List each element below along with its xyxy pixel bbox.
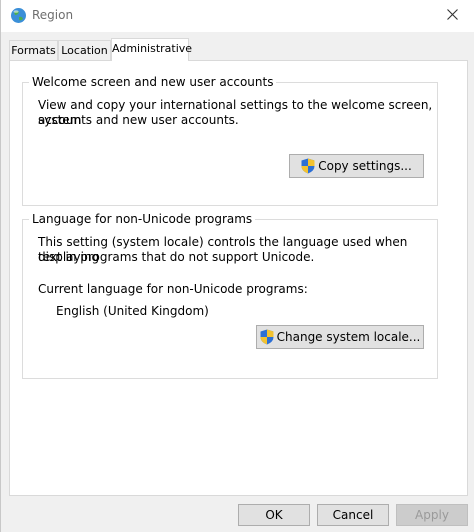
welcome-screen-group: Welcome screen and new user accounts Vie… [22,75,438,206]
change-system-locale-button[interactable]: Change system locale... [256,325,424,349]
current-language-label: Current language for non-Unicode program… [38,282,308,296]
close-icon [446,9,458,23]
group-title: Language for non-Unicode programs [29,212,256,227]
region-dialog: Region Formats Location Administrative W… [0,0,474,532]
apply-label: Apply [415,508,449,522]
title-bar[interactable]: Region [1,0,474,32]
change-system-locale-label: Change system locale... [276,330,421,344]
tab-label: Administrative [112,42,193,55]
copy-settings-label: Copy settings... [318,159,412,173]
close-button[interactable] [439,4,465,28]
ok-label: OK [265,508,283,522]
cancel-label: Cancel [332,508,374,522]
tab-label: Formats [11,44,56,57]
copy-settings-button[interactable]: Copy settings... [289,154,424,178]
ok-button[interactable]: OK [238,504,310,526]
current-language-value: English (United Kingdom) [56,304,209,318]
apply-button[interactable]: Apply [396,504,468,526]
group-title: Welcome screen and new user accounts [29,75,277,90]
uac-shield-icon [260,329,274,345]
tab-location[interactable]: Location [58,40,111,60]
uac-shield-icon [301,158,315,174]
tab-label: Location [61,44,108,57]
tab-panel-administrative: Welcome screen and new user accounts Vie… [9,60,468,496]
globe-icon [10,7,27,24]
non-unicode-group: Language for non-Unicode programs This s… [22,212,438,379]
tab-formats[interactable]: Formats [9,40,58,60]
tab-administrative[interactable]: Administrative [111,38,193,61]
window-title: Region [32,8,74,22]
unicode-description-line2: text in programs that do not support Uni… [38,250,315,264]
dialog-footer: OK Cancel Apply [1,496,474,532]
cancel-button[interactable]: Cancel [317,504,389,526]
welcome-description-line2: accounts and new user accounts. [38,113,239,127]
